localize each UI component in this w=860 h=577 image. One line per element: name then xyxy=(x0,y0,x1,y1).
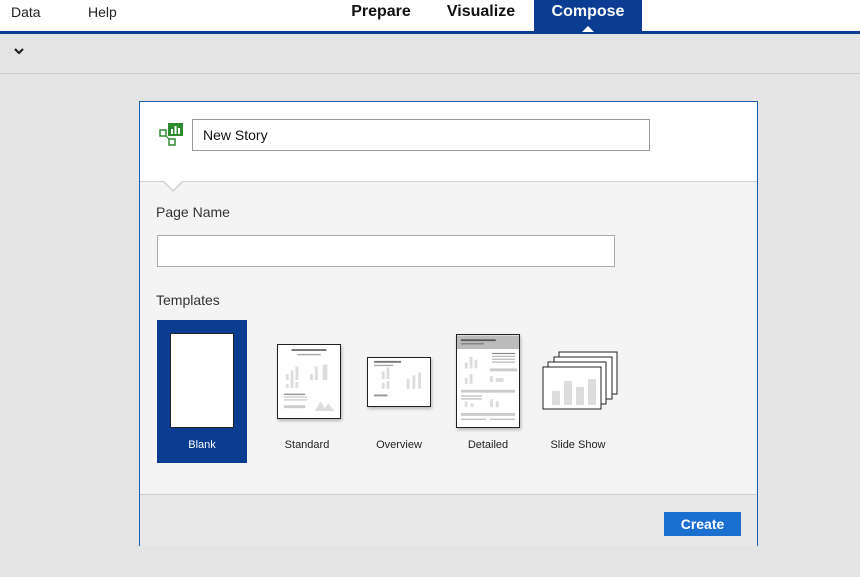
templates-label: Templates xyxy=(156,292,220,308)
menu-data[interactable]: Data xyxy=(11,4,41,20)
template-overview[interactable]: Overview xyxy=(354,320,444,463)
tab-visualize[interactable]: Visualize xyxy=(440,0,522,31)
template-label: Standard xyxy=(284,439,330,451)
header-notch-fill xyxy=(164,181,182,190)
menu-help[interactable]: Help xyxy=(88,4,117,20)
page-name-label: Page Name xyxy=(156,204,230,220)
detailed-thumbnail xyxy=(456,334,520,428)
story-name-input[interactable] xyxy=(192,119,650,151)
active-tab-caret-icon xyxy=(582,26,594,32)
dialog-header xyxy=(140,102,757,182)
template-standard[interactable]: Standard xyxy=(262,320,352,463)
template-label: Blank xyxy=(188,439,216,451)
chevron-down-icon[interactable] xyxy=(12,44,26,58)
page-name-input[interactable] xyxy=(157,235,615,267)
template-label: Detailed xyxy=(467,439,509,451)
template-blank[interactable]: Blank xyxy=(157,320,247,463)
overview-thumbnail xyxy=(367,357,431,407)
template-label: Overview xyxy=(376,439,422,451)
toolbar xyxy=(0,34,860,74)
standard-thumbnail xyxy=(277,344,341,419)
slideshow-thumbnail xyxy=(542,351,618,410)
dialog-footer: Create xyxy=(140,494,757,546)
template-detailed[interactable]: Detailed xyxy=(443,320,533,463)
blank-page-thumbnail xyxy=(170,333,234,428)
create-button[interactable]: Create xyxy=(664,512,741,536)
template-label: Slide Show xyxy=(550,439,606,451)
template-slideshow[interactable]: Slide Show xyxy=(533,320,623,463)
new-story-dialog: Page Name Templates Blank Standard xyxy=(139,101,758,546)
tab-prepare[interactable]: Prepare xyxy=(340,0,422,31)
story-icon xyxy=(159,123,183,146)
top-menu-bar: Data Help Prepare Visualize Compose xyxy=(0,0,860,34)
